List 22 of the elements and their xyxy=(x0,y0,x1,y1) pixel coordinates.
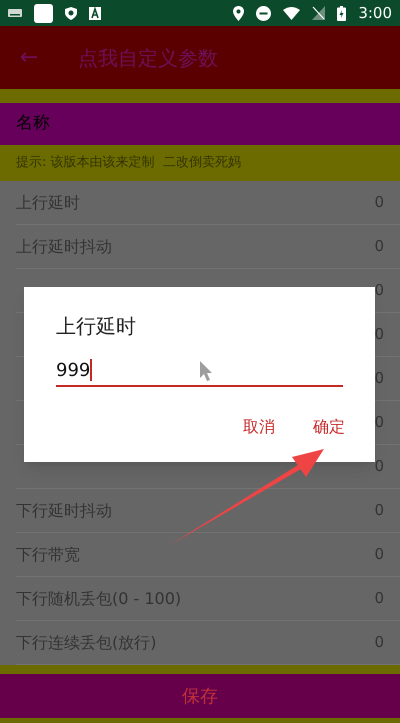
input-value: 999 xyxy=(56,358,90,382)
text-cursor xyxy=(90,359,92,381)
name-field[interactable]: 名称 xyxy=(0,103,400,145)
back-button[interactable]: ← xyxy=(0,41,58,74)
no-sim-icon xyxy=(312,6,326,20)
toolbar-title: 点我自定义参数 xyxy=(78,44,218,72)
status-time: 3:00 xyxy=(358,2,392,24)
do-not-disturb-icon xyxy=(256,6,272,20)
keyboard-icon xyxy=(8,9,22,17)
dialog-button[interactable]: 取消 xyxy=(243,415,275,439)
cursor-icon xyxy=(199,360,213,382)
location-icon xyxy=(233,6,244,20)
dialog-title: 上行延时 xyxy=(56,313,137,340)
shield-icon xyxy=(65,6,77,20)
hint-text: 提示: 该版本由该来定制 二改倒卖死妈 xyxy=(16,154,241,172)
wifi-icon xyxy=(283,6,300,20)
battery-charging-icon xyxy=(337,6,346,20)
dialog-button[interactable]: 确定 xyxy=(313,415,345,439)
name-label: 名称 xyxy=(16,112,50,136)
a-app-icon xyxy=(89,6,101,20)
app-icon xyxy=(34,4,53,22)
save-button[interactable]: 保存 xyxy=(0,674,400,718)
